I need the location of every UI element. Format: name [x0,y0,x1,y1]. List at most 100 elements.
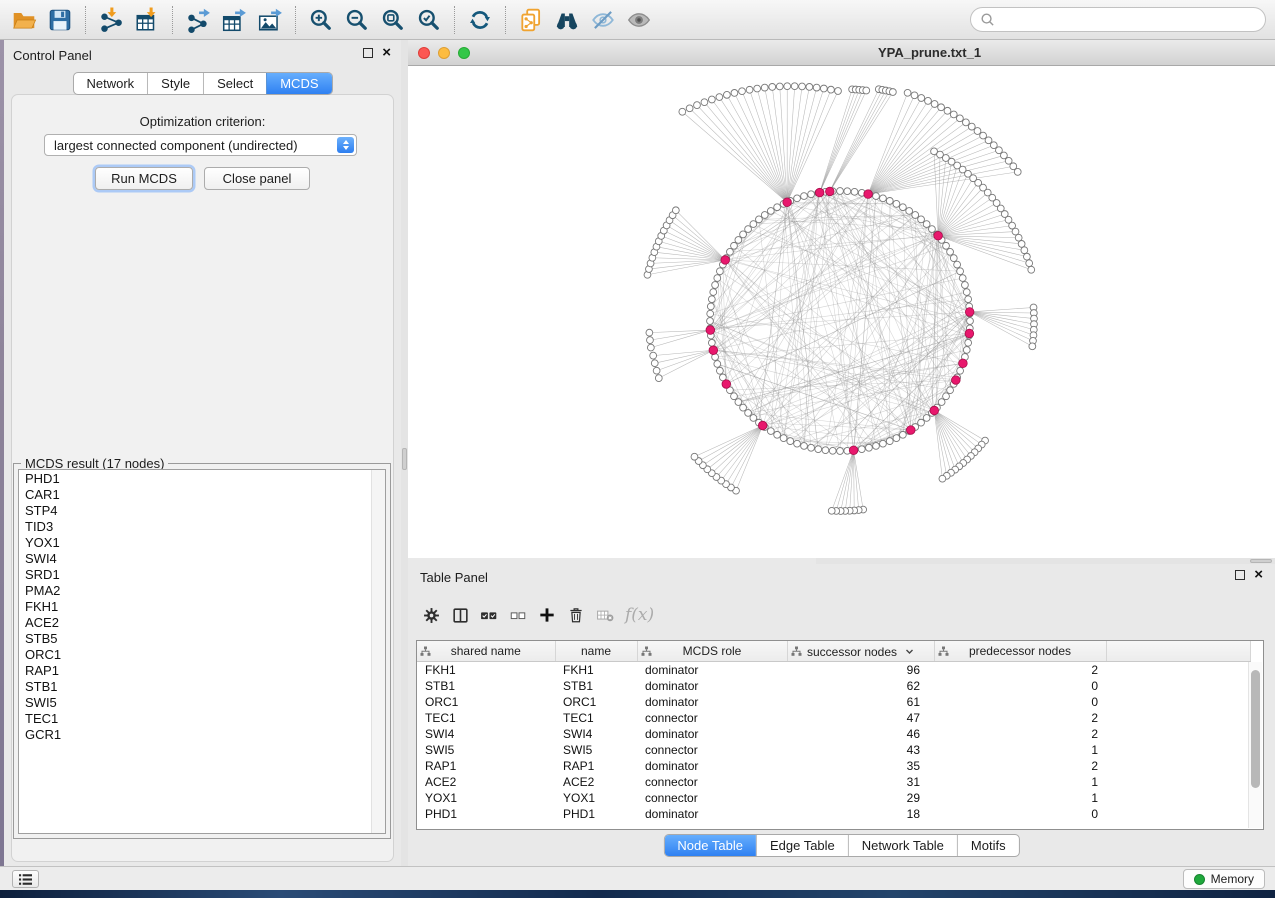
cell-predecessor-nodes[interactable]: 0 [934,806,1106,822]
show-all-button[interactable] [621,4,657,36]
cell-successor-nodes[interactable]: 62 [787,678,934,694]
tab-style[interactable]: Style [147,73,203,94]
cell-mcds-role[interactable]: dominator [637,806,787,822]
search-box[interactable] [970,7,1266,32]
cell-name[interactable]: RAP1 [555,758,637,774]
window-minimize-button[interactable] [438,47,450,59]
table-row[interactable]: TEC1TEC1connector472 [417,710,1251,726]
cell-predecessor-nodes[interactable]: 1 [934,742,1106,758]
import-table-button[interactable] [129,4,165,36]
splitter-grip[interactable] [402,448,407,470]
list-item[interactable]: PHD1 [19,471,372,487]
list-item[interactable]: SWI4 [19,551,372,567]
cell-predecessor-nodes[interactable]: 1 [934,774,1106,790]
list-item[interactable]: ORC1 [19,647,372,663]
table-row[interactable]: SWI5SWI5connector431 [417,742,1251,758]
cell-predecessor-nodes[interactable]: 2 [934,710,1106,726]
memory-button[interactable]: Memory [1183,869,1265,889]
delete-column-button[interactable] [565,603,587,627]
cell-name[interactable]: YOX1 [555,790,637,806]
table-scrollbar[interactable] [1248,662,1262,828]
export-network-button[interactable] [180,4,216,36]
network-graph[interactable] [408,66,1275,558]
tab-edge-table[interactable]: Edge Table [756,835,848,856]
cell-mcds-role[interactable]: dominator [637,726,787,742]
cell-mcds-role[interactable]: connector [637,742,787,758]
search-input[interactable] [1001,11,1256,28]
splitter-grip[interactable] [1250,559,1272,563]
cell-predecessor-nodes[interactable]: 2 [934,662,1106,679]
table-row[interactable]: YOX1YOX1connector291 [417,790,1251,806]
cell-successor-nodes[interactable]: 96 [787,662,934,679]
cell-mcds-role[interactable]: dominator [637,662,787,679]
cell-name[interactable]: STB1 [555,678,637,694]
cell-shared-name[interactable]: TEC1 [417,710,555,726]
cell-shared-name[interactable]: STB1 [417,678,555,694]
cell-name[interactable]: ORC1 [555,694,637,710]
cell-shared-name[interactable]: FKH1 [417,662,555,679]
select-all-columns-button[interactable] [478,603,500,627]
list-item[interactable]: PMA2 [19,583,372,599]
column-header-mcds-role[interactable]: MCDS role [637,641,787,662]
list-item[interactable]: TID3 [19,519,372,535]
close-panel-icon[interactable]: × [382,48,391,58]
zoom-selected-button[interactable] [411,4,447,36]
list-item[interactable]: STB1 [19,679,372,695]
cell-mcds-role[interactable]: connector [637,710,787,726]
cell-mcds-role[interactable]: dominator [637,694,787,710]
cell-shared-name[interactable]: PHD1 [417,806,555,822]
list-item[interactable]: FKH1 [19,599,372,615]
table-row[interactable]: ACE2ACE2connector311 [417,774,1251,790]
function-builder-button[interactable]: f(x) [623,603,654,627]
cell-name[interactable]: PHD1 [555,806,637,822]
export-image-button[interactable] [252,4,288,36]
first-neighbors-button[interactable] [549,4,585,36]
window-close-button[interactable] [418,47,430,59]
clone-network-button[interactable] [513,4,549,36]
cell-shared-name[interactable]: SWI4 [417,726,555,742]
column-header-shared-name[interactable]: shared name [417,641,555,662]
export-table-button[interactable] [216,4,252,36]
tab-select[interactable]: Select [203,73,266,94]
cell-name[interactable]: SWI4 [555,726,637,742]
cell-shared-name[interactable]: RAP1 [417,758,555,774]
window-zoom-button[interactable] [458,47,470,59]
cell-successor-nodes[interactable]: 43 [787,742,934,758]
column-header-predecessor-nodes[interactable]: predecessor nodes [934,641,1106,662]
cell-successor-nodes[interactable]: 47 [787,710,934,726]
refresh-view-button[interactable] [462,4,498,36]
cell-predecessor-nodes[interactable]: 0 [934,678,1106,694]
cell-shared-name[interactable]: SWI5 [417,742,555,758]
cell-mcds-role[interactable]: dominator [637,678,787,694]
tab-mcds[interactable]: MCDS [266,73,331,94]
task-history-button[interactable] [12,870,39,888]
list-item[interactable]: SRD1 [19,567,372,583]
run-mcds-button[interactable]: Run MCDS [95,167,193,190]
tab-network-table[interactable]: Network Table [848,835,957,856]
list-item[interactable]: YOX1 [19,535,372,551]
float-panel-icon[interactable] [363,48,373,58]
float-panel-icon[interactable] [1235,570,1245,580]
cell-shared-name[interactable]: ACE2 [417,774,555,790]
open-file-button[interactable] [6,4,42,36]
cell-name[interactable]: TEC1 [555,710,637,726]
cell-predecessor-nodes[interactable]: 2 [934,758,1106,774]
result-list-scrollbar[interactable] [371,470,385,833]
table-row[interactable]: PHD1PHD1dominator180 [417,806,1251,822]
show-columns-button[interactable] [449,603,471,627]
tab-node-table[interactable]: Node Table [664,835,756,856]
network-canvas[interactable] [408,66,1275,558]
cell-mcds-role[interactable]: connector [637,774,787,790]
table-row[interactable]: ORC1ORC1dominator610 [417,694,1251,710]
table-row[interactable]: SWI4SWI4dominator462 [417,726,1251,742]
create-column-button[interactable] [536,603,558,627]
table-settings-button[interactable] [420,603,442,627]
table-row[interactable]: RAP1RAP1dominator352 [417,758,1251,774]
cell-successor-nodes[interactable]: 61 [787,694,934,710]
cell-name[interactable]: SWI5 [555,742,637,758]
column-header-name[interactable]: name [555,641,637,662]
hide-selected-button[interactable] [585,4,621,36]
column-header-successor-nodes[interactable]: successor nodes [787,641,934,662]
table-row[interactable]: STB1STB1dominator620 [417,678,1251,694]
cell-successor-nodes[interactable]: 35 [787,758,934,774]
